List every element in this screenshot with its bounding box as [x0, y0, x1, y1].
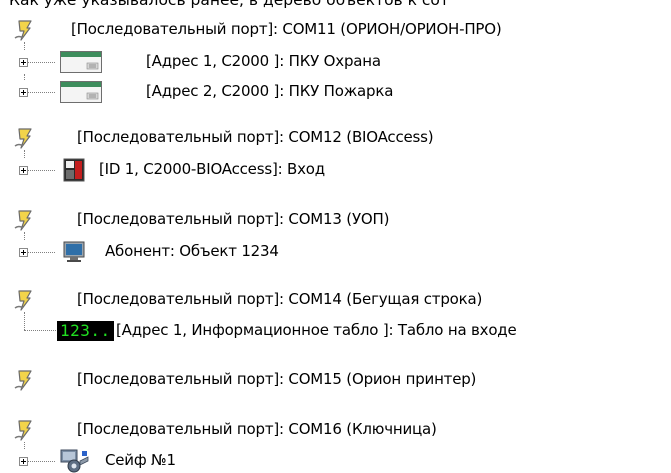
- tree-node-port-com11[interactable]: [Последовательный порт]: COM11 (ОРИОН/ОР…: [12, 18, 662, 42]
- port-label: [Последовательный порт]: COM14 (Бегущая …: [77, 290, 483, 308]
- port-label: [Последовательный порт]: COM11 (ОРИОН/ОР…: [71, 20, 502, 38]
- serial-port-icon: [14, 420, 32, 441]
- caption-text: Как уже указывалось ранее, в дерево объе…: [9, 0, 449, 9]
- device-label: [Адрес 2, С2000 ]: ПКУ Пожарка: [146, 82, 394, 100]
- expand-icon[interactable]: [19, 58, 28, 67]
- device-label: Сейф №1: [105, 451, 176, 469]
- tree-node-port-com13[interactable]: [Последовательный порт]: COM13 (УОП): [12, 208, 612, 232]
- serial-port-icon: [14, 20, 32, 41]
- led-display-icon: 123..: [57, 321, 114, 341]
- c2000-controller-icon: [60, 81, 102, 103]
- monitor-icon: [63, 241, 85, 262]
- port-label: [Последовательный порт]: COM12 (BIOAcces…: [77, 128, 434, 146]
- port-label: [Последовательный порт]: COM15 (Орион пр…: [77, 370, 477, 388]
- tree-node-key-safe-1[interactable]: Сейф №1: [12, 449, 312, 473]
- tree-node-port-com12[interactable]: [Последовательный порт]: COM12 (BIOAcces…: [12, 126, 612, 150]
- tree-node-device-c2000-address-2[interactable]: [Адрес 2, С2000 ]: ПКУ Пожарка: [12, 80, 492, 104]
- port-label: [Последовательный порт]: COM16 (Ключница…: [77, 420, 437, 438]
- tree-node-port-com14[interactable]: [Последовательный порт]: COM14 (Бегущая …: [12, 288, 612, 312]
- serial-port-icon: [14, 210, 32, 231]
- expand-icon[interactable]: [19, 88, 28, 97]
- tree-node-device-bioaccess[interactable]: [ID 1, С2000-BIOAccess]: Вход: [12, 158, 492, 182]
- device-label: [Адрес 1, Информационное табло ]: Табло …: [116, 321, 517, 339]
- serial-port-icon: [14, 290, 32, 311]
- key-safe-icon: [60, 449, 89, 473]
- device-label: Абонент: Объект 1234: [105, 242, 279, 260]
- expand-icon[interactable]: [19, 166, 28, 175]
- tree-node-subscriber-object-1234[interactable]: Абонент: Объект 1234: [12, 240, 492, 264]
- device-label: [Адрес 1, С2000 ]: ПКУ Охрана: [146, 52, 381, 70]
- serial-port-icon: [14, 370, 32, 391]
- expand-icon[interactable]: [19, 457, 28, 466]
- device-label: [ID 1, С2000-BIOAccess]: Вход: [99, 160, 325, 178]
- c2000-controller-icon: [60, 51, 102, 73]
- tree-node-device-info-board[interactable]: 123.. [Адрес 1, Информационное табло ]: …: [12, 319, 671, 343]
- bioaccess-reader-icon: [63, 158, 85, 182]
- tree-node-port-com16[interactable]: [Последовательный порт]: COM16 (Ключница…: [12, 418, 612, 442]
- expand-icon[interactable]: [19, 248, 28, 257]
- port-label: [Последовательный порт]: COM13 (УОП): [77, 210, 390, 228]
- tree-node-port-com15[interactable]: [Последовательный порт]: COM15 (Орион пр…: [12, 368, 612, 392]
- tree-node-device-c2000-address-1[interactable]: [Адрес 1, С2000 ]: ПКУ Охрана: [12, 50, 492, 74]
- serial-port-icon: [14, 128, 32, 149]
